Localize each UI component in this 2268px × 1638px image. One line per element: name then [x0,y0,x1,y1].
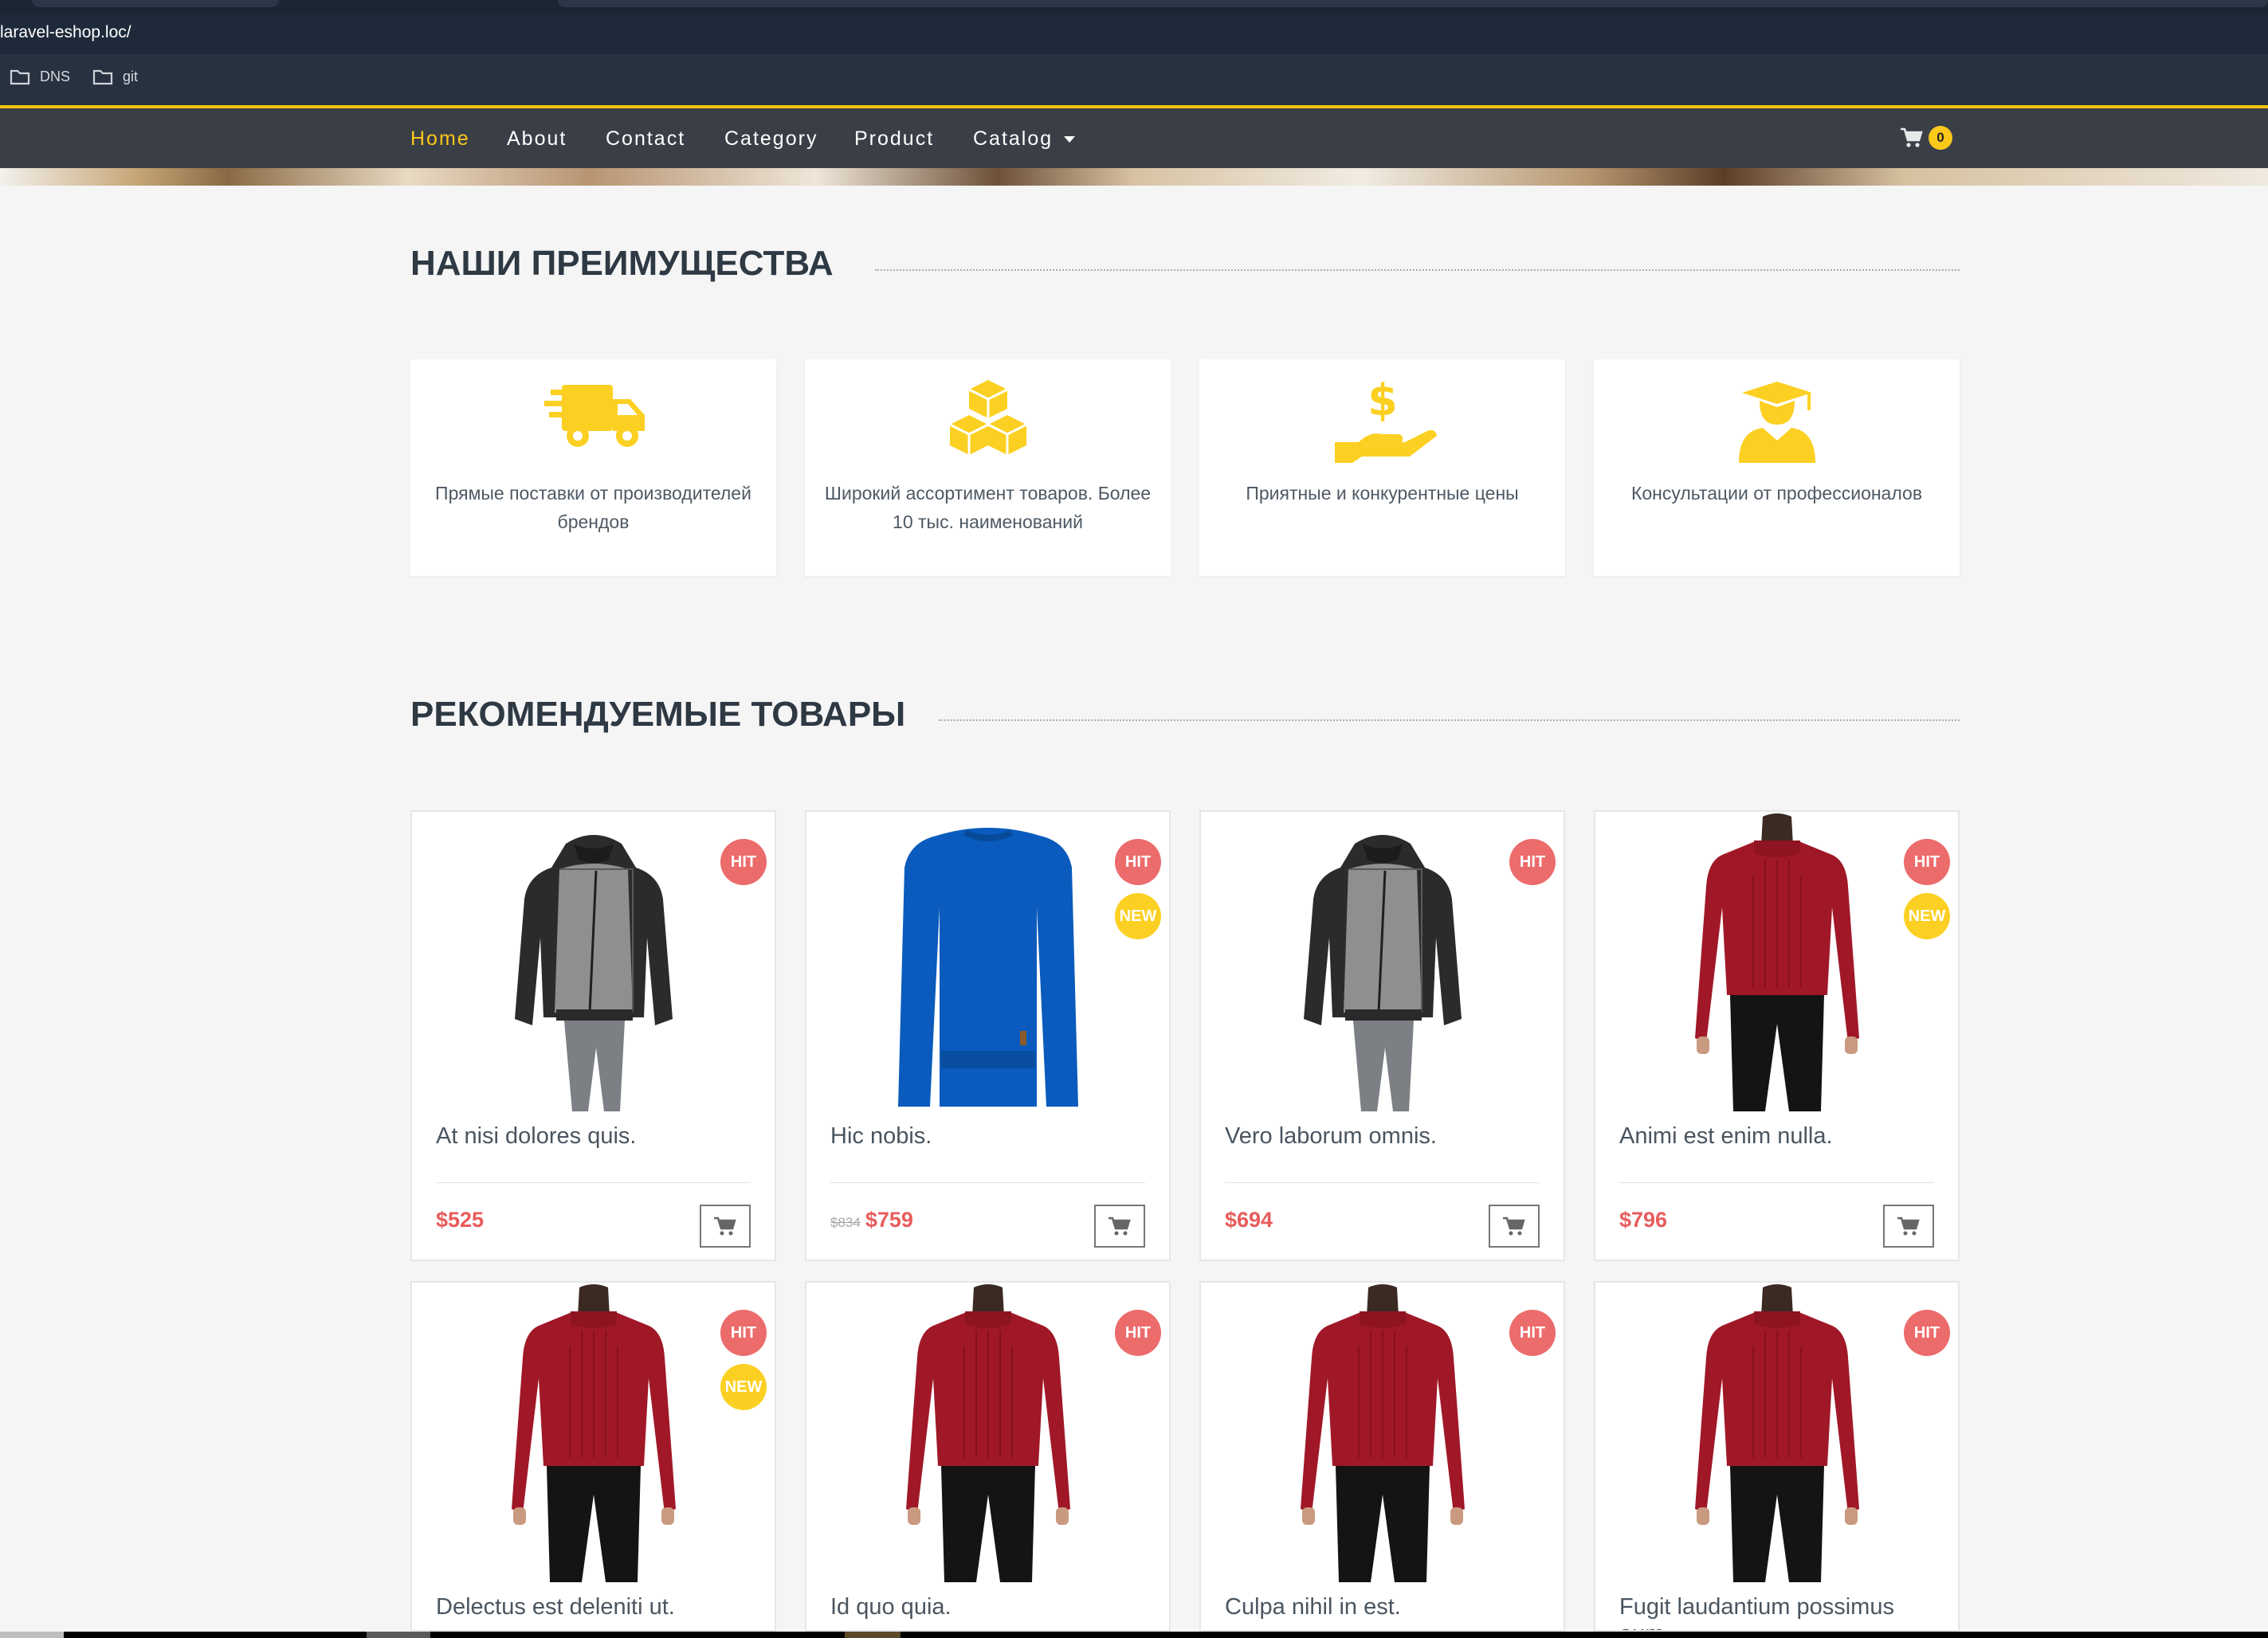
product-name[interactable]: Delectus est deleniti ut. [436,1593,759,1620]
product-image[interactable] [889,812,1088,1111]
folder-icon [92,69,113,85]
graduate-icon [1738,382,1815,463]
add-to-cart-button[interactable] [700,1205,751,1248]
bookmark-git[interactable]: git [92,68,138,85]
product-name[interactable]: Hic nobis. [830,1123,1153,1150]
hit-badge: HIT [1904,839,1950,885]
product-card[interactable]: HIT Vero laborum omnis. $694 [1199,810,1565,1261]
title-divider [875,269,1960,271]
cart-icon [1897,1217,1920,1236]
product-image[interactable] [494,812,693,1111]
bookmark-dns[interactable]: DNS [10,68,70,85]
old-price: $834 [830,1215,861,1230]
main-navbar: Home About Contact Category Product Cata… [0,105,2268,168]
cart-icon [1108,1217,1131,1236]
new-badge: NEW [1115,893,1161,939]
new-badge: NEW [1904,893,1950,939]
add-to-cart-button[interactable] [1883,1205,1934,1248]
product-name[interactable]: Id quo quia. [830,1593,1153,1620]
product-name[interactable]: Vero laborum omnis. [1225,1123,1548,1150]
product-card[interactable]: HIT Id quo quia. [805,1281,1171,1632]
product-image[interactable] [1283,812,1482,1111]
nav-category[interactable]: Category [724,127,818,151]
add-to-cart-button[interactable] [1094,1205,1145,1248]
product-name[interactable]: Culpa nihil in est. [1225,1593,1548,1620]
hand-dollar-icon: $ [1334,375,1437,463]
cart-icon [1503,1217,1525,1236]
nav-home[interactable]: Home [410,127,470,151]
product-name[interactable]: At nisi dolores quis. [436,1123,759,1150]
nav-product[interactable]: Product [854,127,934,151]
hit-badge: HIT [720,1310,767,1356]
product-image[interactable] [1677,1283,1877,1582]
url-text[interactable]: laravel-eshop.loc/ [0,23,131,42]
browser-tab-strip [0,0,2268,14]
title-divider [939,719,1960,721]
card-divider [1619,1182,1934,1183]
product-card[interactable]: HIT NEW Hic nobis. $834 $759 [805,810,1171,1261]
advantage-card: Прямые поставки от производителей брендо… [410,359,776,576]
truck-icon [543,385,645,447]
product-price: $525 [436,1208,485,1232]
hit-badge: HIT [720,839,767,885]
folder-icon [10,69,30,85]
product-card[interactable]: HIT NEW Delectus est deleniti ut. [410,1281,776,1632]
product-name[interactable]: Fugit laudantium possimus eum. [1619,1593,1942,1630]
product-price: $796 [1619,1208,1668,1232]
nav-catalog[interactable]: Catalog [973,127,1076,151]
product-card[interactable]: HIT At nisi dolores quis. $525 [410,810,776,1261]
hit-badge: HIT [1509,1310,1556,1356]
product-image[interactable] [1677,812,1877,1111]
header-cart-button[interactable]: 0 [1900,126,1952,150]
advantage-card: Широкий ассортимент товаров. Более 10 ты… [805,359,1171,576]
product-card[interactable]: HIT Culpa nihil in est. [1199,1281,1565,1632]
bookmark-label: git [123,68,139,84]
nav-contact[interactable]: Contact [606,127,685,151]
bookmark-label: DNS [40,68,71,84]
new-badge: NEW [720,1364,767,1410]
hit-badge: HIT [1904,1310,1950,1356]
hit-badge: HIT [1115,1310,1161,1356]
product-image[interactable] [1282,1283,1482,1582]
card-divider [436,1182,751,1183]
browser-tab[interactable] [558,0,2268,7]
cart-count-badge: 0 [1929,126,1952,150]
product-card[interactable]: HIT Fugit laudantium possimus eum. [1594,1281,1960,1632]
address-bar[interactable] [0,14,2268,54]
advantage-text: Широкий ассортимент товаров. Более 10 ты… [824,483,1152,532]
hit-badge: HIT [1115,839,1161,885]
cart-icon [714,1217,736,1236]
chevron-down-icon [1064,136,1076,143]
product-image[interactable] [888,1283,1088,1582]
hero-banner-edge [0,168,2268,186]
advantage-card: $ Приятные и конкурентные цены [1199,359,1565,576]
bookmarks-bar [0,54,2268,105]
cart-icon [1901,127,1923,147]
nav-catalog-label: Catalog [973,127,1054,150]
add-to-cart-button[interactable] [1489,1205,1540,1248]
svg-text:$: $ [1367,375,1398,425]
hit-badge: HIT [1509,839,1556,885]
product-card[interactable]: HIT NEW Animi est enim nulla. $796 [1594,810,1960,1261]
nav-about[interactable]: About [507,127,567,151]
taskbar-edge [0,1632,2268,1638]
boxes-icon [948,380,1027,455]
advantage-text: Приятные и конкурентные цены [1246,483,1519,504]
advantage-text: Консультации от профессионалов [1630,483,1923,504]
product-price: $834 $759 [830,1208,913,1232]
advantage-card: Консультации от профессионалов [1594,359,1960,576]
advantages-title: НАШИ ПРЕИМУЩЕСТВА [410,244,834,283]
card-divider [830,1182,1145,1183]
card-divider [1225,1182,1540,1183]
browser-tab[interactable] [32,0,279,7]
product-name[interactable]: Animi est enim nulla. [1619,1123,1942,1150]
advantage-text: Прямые поставки от производителей брендо… [435,483,751,532]
product-image[interactable] [493,1283,693,1582]
product-price: $694 [1225,1208,1273,1232]
featured-title: РЕКОМЕНДУЕМЫЕ ТОВАРЫ [410,695,906,734]
